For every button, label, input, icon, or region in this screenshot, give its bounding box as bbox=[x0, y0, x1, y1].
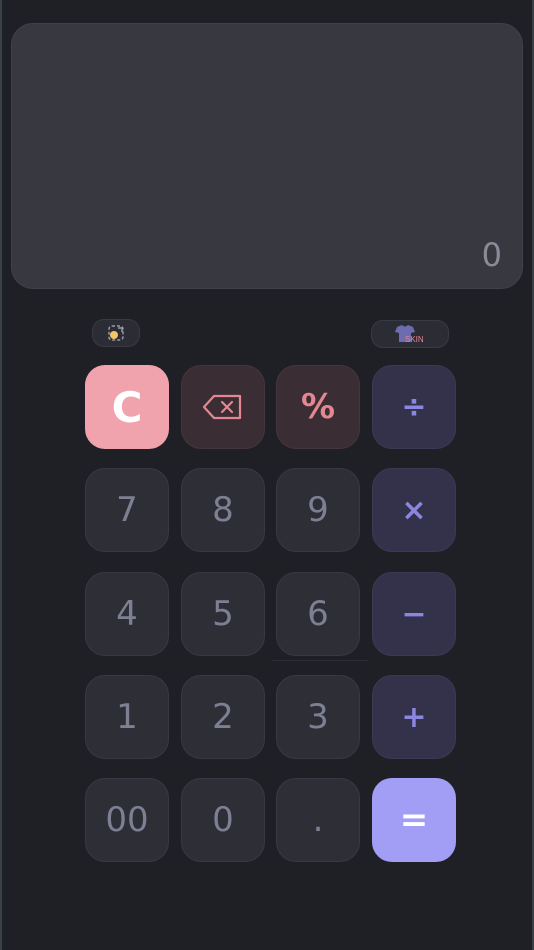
key-3[interactable]: 3 bbox=[276, 675, 360, 759]
minus-button[interactable]: − bbox=[372, 572, 456, 656]
key-9-label: 9 bbox=[307, 490, 329, 530]
equals-label: = bbox=[399, 800, 429, 840]
decimal-label: . bbox=[312, 800, 324, 840]
minus-label: − bbox=[401, 596, 427, 632]
key-0-label: 0 bbox=[212, 800, 234, 840]
theme-swap-icon bbox=[108, 325, 124, 341]
multiply-label: × bbox=[401, 492, 427, 528]
key-7-label: 7 bbox=[116, 490, 138, 530]
key-2-label: 2 bbox=[212, 697, 234, 737]
key-9[interactable]: 9 bbox=[276, 468, 360, 552]
equals-button[interactable]: = bbox=[372, 778, 456, 862]
percent-button[interactable]: % bbox=[276, 365, 360, 449]
theme-toggle-button[interactable] bbox=[92, 319, 140, 347]
frame-edge-left bbox=[0, 0, 2, 950]
display-value: 0 bbox=[481, 236, 502, 274]
plus-button[interactable]: + bbox=[372, 675, 456, 759]
divider bbox=[272, 660, 368, 661]
key-00-label: 00 bbox=[105, 800, 149, 840]
key-5[interactable]: 5 bbox=[181, 572, 265, 656]
clear-label: C bbox=[111, 382, 143, 432]
key-4-label: 4 bbox=[116, 594, 138, 634]
multiply-button[interactable]: × bbox=[372, 468, 456, 552]
key-2[interactable]: 2 bbox=[181, 675, 265, 759]
key-1-label: 1 bbox=[116, 697, 138, 737]
plus-label: + bbox=[401, 699, 427, 735]
shirt-icon: SKIN bbox=[395, 325, 424, 344]
key-6-label: 6 bbox=[307, 594, 329, 634]
backspace-icon bbox=[202, 394, 242, 420]
key-6[interactable]: 6 bbox=[276, 572, 360, 656]
backspace-button[interactable] bbox=[181, 365, 265, 449]
key-4[interactable]: 4 bbox=[85, 572, 169, 656]
divide-label: ÷ bbox=[401, 389, 427, 425]
key-7[interactable]: 7 bbox=[85, 468, 169, 552]
skin-label: SKIN bbox=[405, 335, 424, 344]
key-3-label: 3 bbox=[307, 697, 329, 737]
clear-button[interactable]: C bbox=[85, 365, 169, 449]
percent-label: % bbox=[300, 387, 336, 427]
calculator-display: 0 bbox=[11, 23, 523, 289]
key-1[interactable]: 1 bbox=[85, 675, 169, 759]
key-0[interactable]: 0 bbox=[181, 778, 265, 862]
key-8-label: 8 bbox=[212, 490, 234, 530]
key-00[interactable]: 00 bbox=[85, 778, 169, 862]
divide-button[interactable]: ÷ bbox=[372, 365, 456, 449]
key-8[interactable]: 8 bbox=[181, 468, 265, 552]
skin-button[interactable]: SKIN bbox=[371, 320, 449, 348]
key-5-label: 5 bbox=[212, 594, 234, 634]
decimal-button[interactable]: . bbox=[276, 778, 360, 862]
